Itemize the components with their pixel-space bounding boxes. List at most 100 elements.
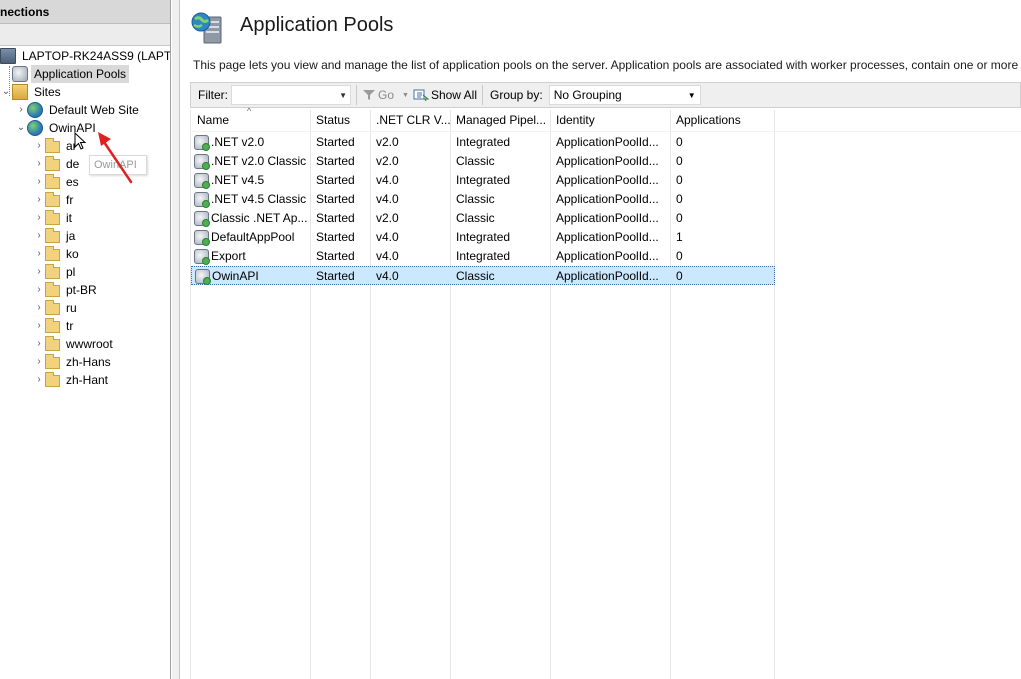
go-button[interactable]: Go ▼ — [362, 88, 409, 102]
connections-header: nections — [0, 0, 170, 24]
go-label: Go — [378, 88, 395, 102]
toolbar-separator — [356, 85, 357, 105]
chevron-right-icon[interactable]: › — [33, 227, 45, 245]
table-row[interactable]: .NET v2.0 Classic Started v2.0 Classic A… — [191, 152, 775, 171]
cell-pipeline: Integrated — [456, 249, 511, 263]
app-pool-icon — [194, 154, 210, 170]
tree-item-folder[interactable]: › tr — [33, 317, 76, 335]
tree-item-label: it — [66, 211, 72, 225]
folder-icon — [45, 192, 60, 207]
table-row[interactable]: DefaultAppPool Started v4.0 Integrated A… — [191, 228, 775, 247]
chevron-right-icon[interactable]: › — [33, 137, 45, 155]
chevron-right-icon[interactable]: › — [33, 371, 45, 389]
chevron-right-icon[interactable]: › — [33, 209, 45, 227]
sites-icon — [12, 84, 28, 100]
table-row[interactable]: Export Started v4.0 Integrated Applicati… — [191, 247, 775, 266]
chevron-down-icon[interactable]: ⌄ — [15, 119, 27, 137]
tree-item-folder[interactable]: › ar — [33, 137, 80, 155]
cell-clr: v4.0 — [376, 173, 399, 187]
tree-item-folder[interactable]: › es — [33, 173, 82, 191]
cell-applications: 1 — [676, 230, 683, 244]
tree-item-default-web-site[interactable]: › Default Web Site — [15, 101, 142, 119]
chevron-right-icon[interactable]: › — [15, 101, 27, 119]
cell-identity: ApplicationPoolId... — [556, 154, 659, 168]
tree-item-folder[interactable]: › ja — [33, 227, 78, 245]
chevron-right-icon[interactable]: › — [33, 155, 45, 173]
mouse-cursor-icon — [74, 132, 87, 150]
show-all-button[interactable]: Show All — [413, 88, 477, 102]
column-header-identity[interactable]: Identity — [550, 110, 670, 131]
connections-toolbar — [0, 24, 170, 46]
tree-item-label: Application Pools — [31, 65, 130, 83]
tree-item-application-pools[interactable]: Application Pools — [12, 65, 130, 83]
pane-splitter[interactable] — [172, 0, 180, 679]
cell-applications: 0 — [676, 173, 683, 187]
tree-item-folder[interactable]: › pl — [33, 263, 78, 281]
cell-pipeline: Classic — [456, 154, 495, 168]
table-row[interactable]: .NET v2.0 Started v2.0 Integrated Applic… — [191, 133, 775, 152]
folder-icon — [45, 228, 60, 243]
page-title: Application Pools — [240, 14, 394, 36]
chevron-right-icon[interactable]: › — [33, 263, 45, 281]
chevron-right-icon[interactable]: › — [33, 317, 45, 335]
column-header-name[interactable]: Name — [191, 110, 310, 131]
app-pool-icon — [195, 269, 211, 285]
header-divider — [190, 131, 1021, 132]
group-by-select[interactable]: No Grouping ▼ — [548, 85, 701, 105]
tree-item-folder[interactable]: › de — [33, 155, 82, 173]
tree-item-label: de — [66, 157, 80, 171]
table-row[interactable]: .NET v4.5 Classic Started v4.0 Classic A… — [191, 190, 775, 209]
column-header-managed-pipeline[interactable]: Managed Pipel... — [450, 110, 550, 131]
tree-item-folder[interactable]: › ko — [33, 245, 82, 263]
cell-applications: 0 — [676, 154, 683, 168]
cell-name: DefaultAppPool — [191, 228, 310, 247]
chevron-right-icon[interactable]: › — [33, 299, 45, 317]
column-header-applications[interactable]: Applications — [670, 110, 774, 131]
cell-name: .NET v4.5 — [191, 171, 310, 190]
show-all-icon — [413, 89, 429, 102]
folder-icon — [45, 282, 60, 297]
chevron-right-icon[interactable]: › — [33, 281, 45, 299]
tree-item-folder[interactable]: › fr — [33, 191, 76, 209]
chevron-down-icon[interactable]: ⌄ — [0, 83, 12, 101]
filter-input[interactable]: ▼ — [231, 85, 351, 105]
cell-clr: v4.0 — [376, 230, 399, 244]
app-pool-icon — [194, 249, 210, 265]
folder-icon — [45, 246, 60, 261]
tree-item-folder[interactable]: › pt-BR — [33, 281, 100, 299]
tree-item-folder[interactable]: › zh-Hant — [33, 371, 111, 389]
chevron-right-icon[interactable]: › — [33, 191, 45, 209]
tree-item-folder[interactable]: › it — [33, 209, 75, 227]
tree-item-sites[interactable]: ⌄ Sites — [0, 83, 64, 101]
tree-item-label: ru — [66, 301, 77, 315]
chevron-right-icon[interactable]: › — [33, 353, 45, 371]
tree-item-folder[interactable]: › wwwroot — [33, 335, 116, 353]
chevron-right-icon[interactable]: › — [33, 245, 45, 263]
tree-item-folder[interactable]: › ru — [33, 299, 80, 317]
main-pane: Application Pools This page lets you vie… — [181, 0, 1021, 679]
cell-clr: v2.0 — [376, 211, 399, 225]
folder-icon — [45, 264, 60, 279]
chevron-down-icon[interactable]: ▼ — [402, 92, 409, 99]
tree-item-server[interactable]: LAPTOP-RK24ASS9 (LAPTOP-RK24ASS9\ — [0, 47, 170, 65]
tree-item-folder[interactable]: › zh-Hans — [33, 353, 114, 371]
cell-pipeline: Classic — [456, 269, 495, 283]
cell-identity: ApplicationPoolId... — [556, 135, 659, 149]
chevron-right-icon[interactable]: › — [33, 335, 45, 353]
column-header-clr-version[interactable]: .NET CLR V... — [370, 110, 450, 131]
cell-applications: 0 — [676, 211, 683, 225]
column-header-status[interactable]: Status — [310, 110, 370, 131]
chevron-right-icon[interactable]: › — [33, 173, 45, 191]
folder-icon — [45, 174, 60, 189]
cell-pipeline: Classic — [456, 211, 495, 225]
table-row[interactable]: Classic .NET Ap... Started v2.0 Classic … — [191, 209, 775, 228]
pool-name: .NET v2.0 Classic — [211, 154, 307, 168]
chevron-down-icon[interactable]: ▼ — [339, 91, 347, 100]
chevron-down-icon[interactable]: ▼ — [688, 91, 696, 100]
funnel-icon — [363, 90, 375, 100]
table-row-selected[interactable]: OwinAPI Started v4.0 Classic Application… — [191, 266, 775, 285]
cell-status: Started — [316, 135, 355, 149]
cell-identity: ApplicationPoolId... — [556, 269, 659, 283]
application-pools-icon — [191, 12, 222, 44]
table-row[interactable]: .NET v4.5 Started v4.0 Integrated Applic… — [191, 171, 775, 190]
